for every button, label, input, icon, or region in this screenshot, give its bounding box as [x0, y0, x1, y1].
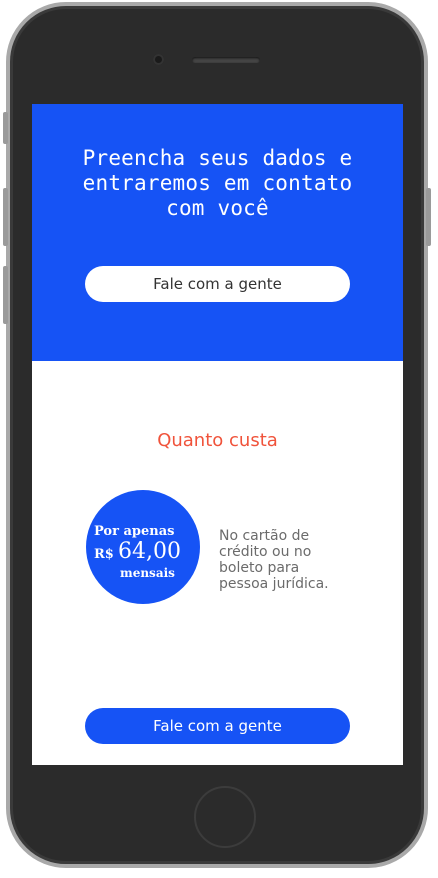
- home-button[interactable]: [194, 786, 256, 848]
- price-currency: R$: [94, 547, 114, 562]
- price-badge-prefix: Por apenas: [94, 524, 175, 539]
- contact-hero: Preencha seus dados e entraremos em cont…: [32, 104, 403, 361]
- volume-up-button: [3, 188, 8, 246]
- pricing-description: No cartão de crédito ou no boleto para p…: [219, 528, 329, 592]
- hero-title-line: com você: [166, 196, 269, 220]
- pricing-title: Quanto custa: [157, 430, 278, 451]
- hero-title-line: entraremos em contato: [82, 171, 353, 195]
- speaker-grille: [192, 57, 260, 63]
- contact-button-bottom[interactable]: Fale com a gente: [85, 708, 350, 744]
- volume-down-button: [3, 266, 8, 324]
- hero-title: Preencha seus dados e entraremos em cont…: [32, 146, 403, 221]
- mute-switch: [3, 112, 8, 144]
- hero-title-line: Preencha seus dados e: [82, 146, 353, 170]
- price-badge: Por apenas R$ 64,00 mensais: [86, 490, 200, 604]
- phone-screen: Preencha seus dados e entraremos em cont…: [32, 104, 403, 765]
- price-period: mensais: [120, 566, 175, 580]
- contact-button-top[interactable]: Fale com a gente: [85, 266, 350, 302]
- price-value: 64,00: [118, 539, 181, 564]
- power-button: [426, 188, 431, 246]
- camera-icon: [153, 54, 164, 65]
